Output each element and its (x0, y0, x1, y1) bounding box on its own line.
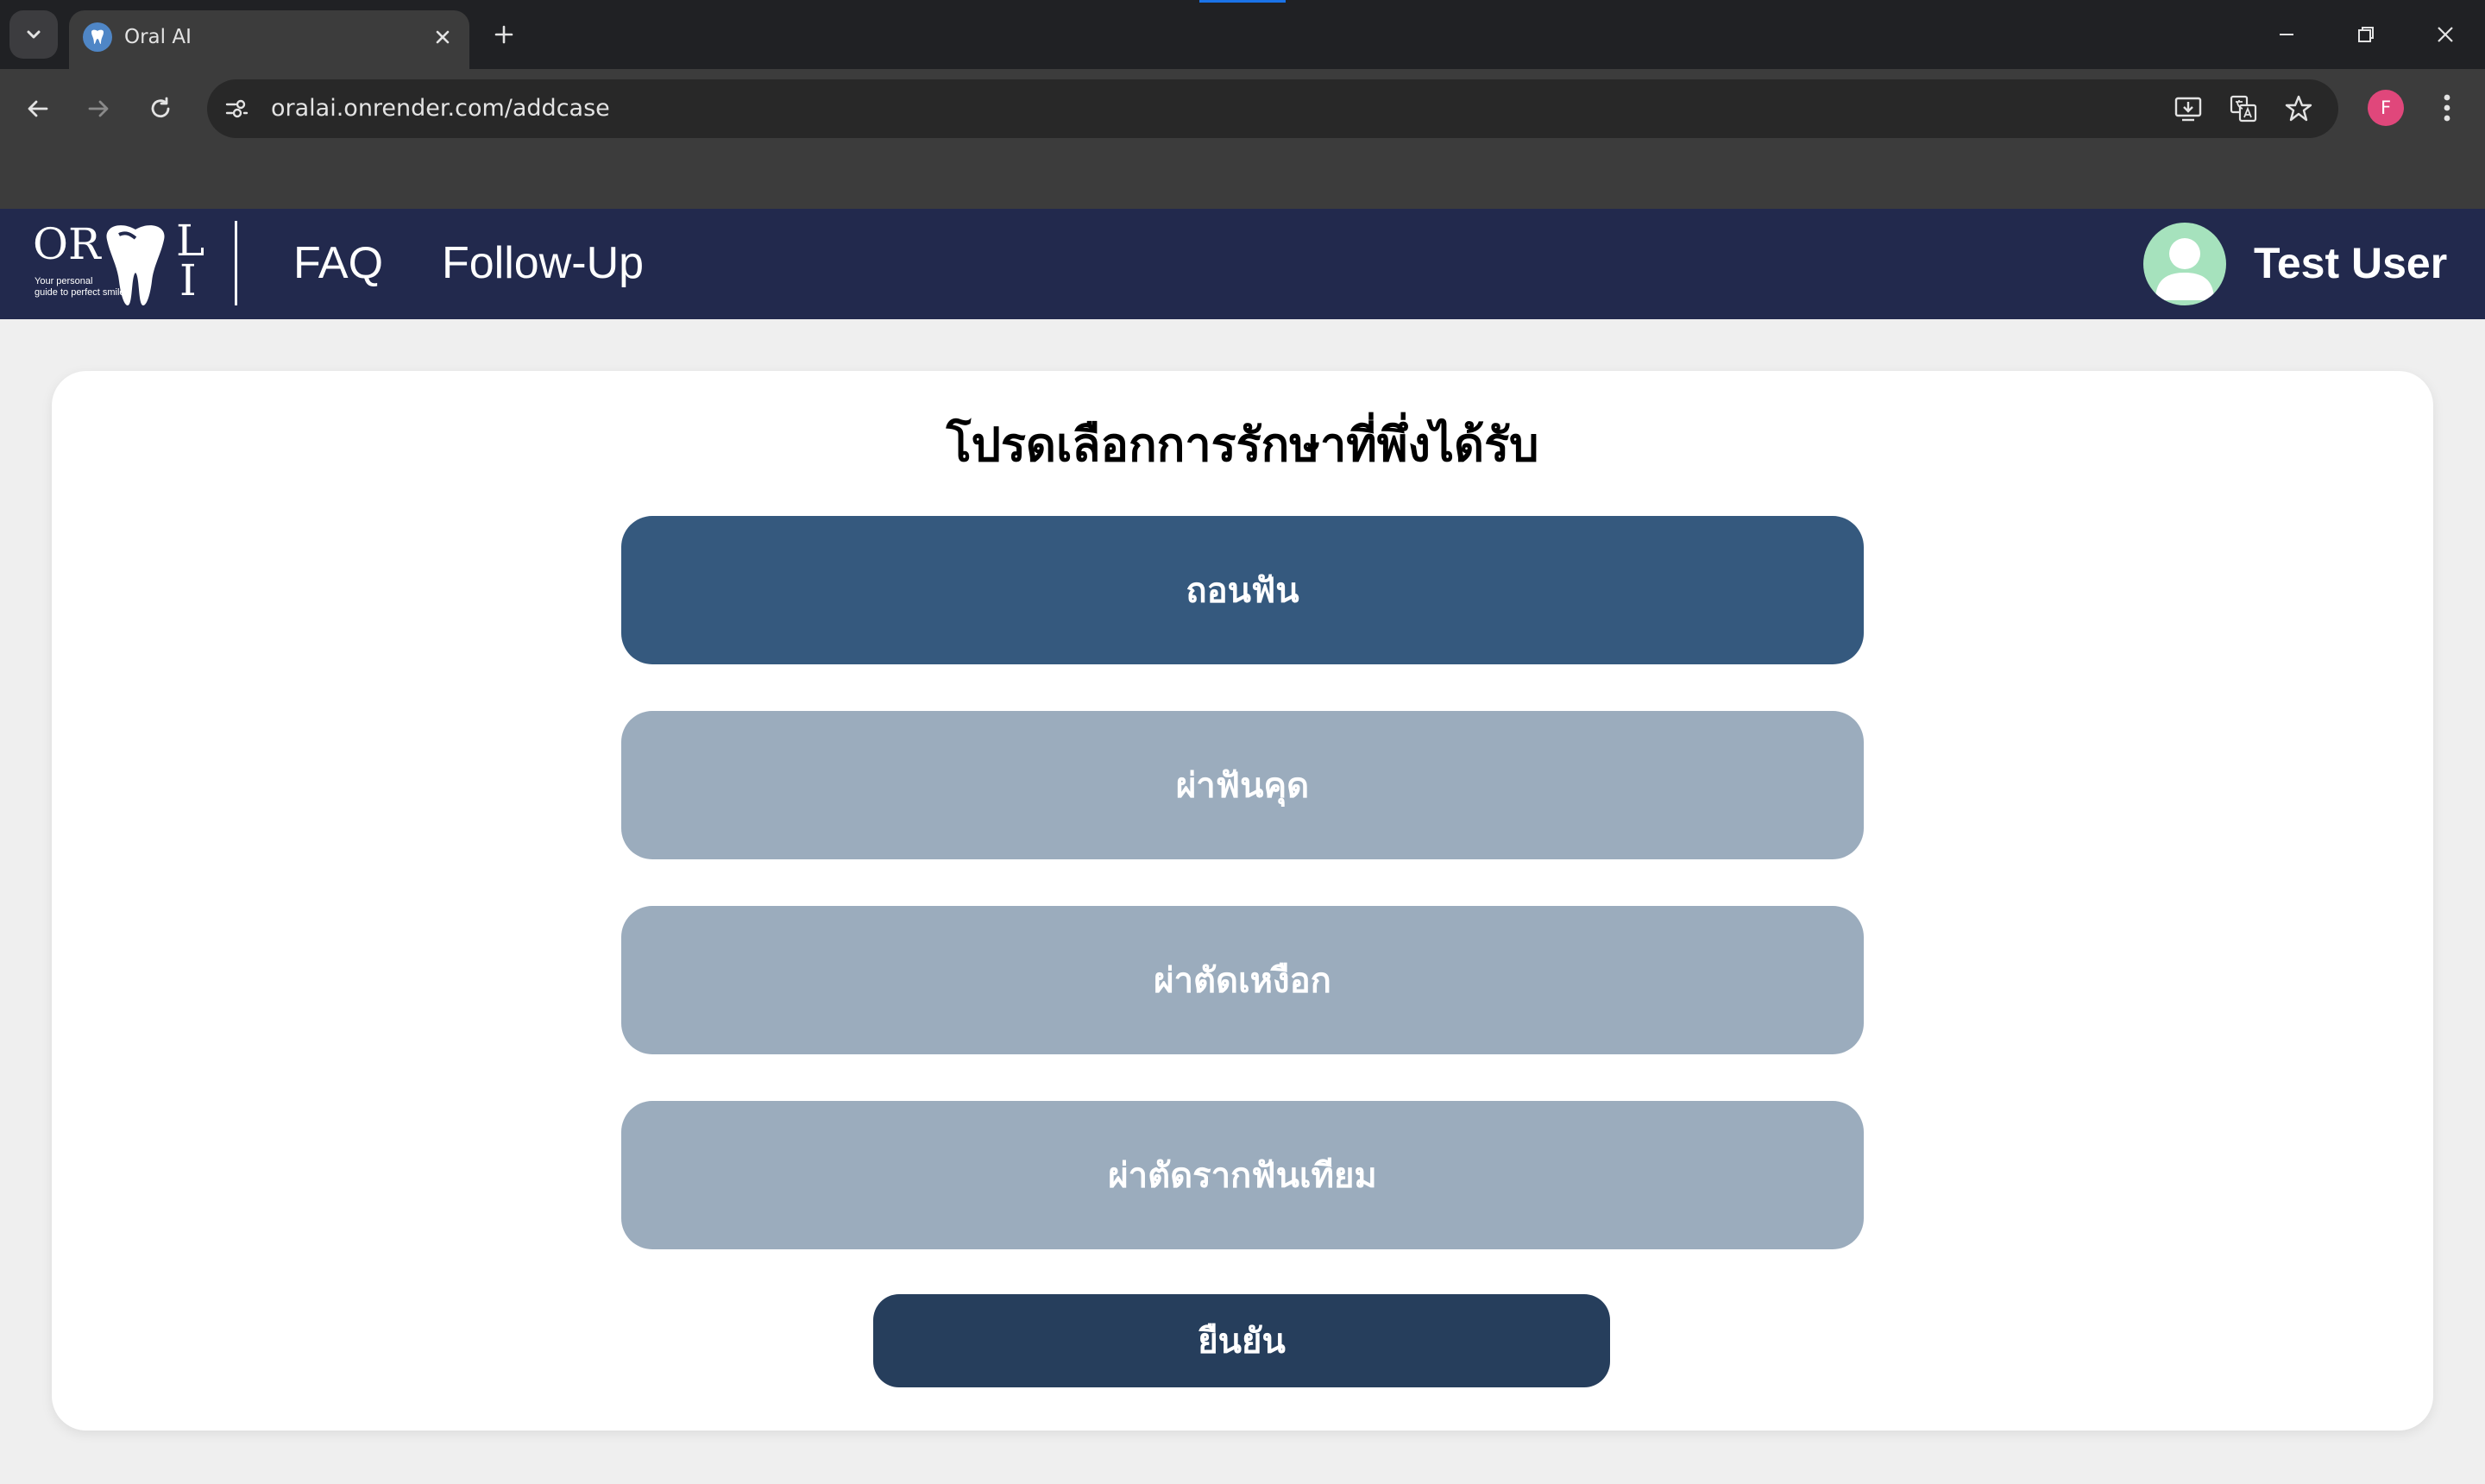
option-label: ถอนฟัน (1186, 571, 1299, 611)
install-app-icon[interactable] (2171, 91, 2205, 126)
bookmark-star-icon[interactable] (2281, 91, 2316, 126)
tab-title: Oral AI (124, 26, 192, 48)
nav-link-faq[interactable]: FAQ (293, 235, 383, 292)
logo-tagline-line1: Your personal (35, 276, 93, 286)
nav-link-follow-up[interactable]: Follow-Up (442, 235, 644, 292)
option-label: ผ่าตัดเหงือก (1154, 961, 1331, 1001)
confirm-label: ยืนยัน (1198, 1322, 1286, 1361)
browser-tab-bar: Oral AI (0, 0, 2485, 69)
option-label: ผ่าฟันคุด (1175, 766, 1310, 806)
option-tooth-extraction[interactable]: ถอนฟัน (621, 516, 1864, 664)
option-label: ผ่าตัดรากฟันเทียม (1108, 1156, 1377, 1196)
restore-icon[interactable] (2340, 10, 2392, 59)
minimize-icon[interactable] (2261, 10, 2312, 59)
app-header: OR L I Your personal guide to perfect sm… (0, 209, 2485, 319)
browser-tab-active[interactable]: Oral AI (69, 10, 469, 69)
new-tab-plus-icon[interactable] (487, 17, 521, 52)
treatment-selection-card: โปรดเลือกการรักษาที่พึ่งได้รับ ถอนฟัน ผ่… (52, 371, 2433, 1431)
logo-tagline: Your personal guide to perfect smile (35, 276, 125, 299)
back-arrow-icon[interactable] (17, 88, 59, 129)
header-divider (235, 221, 237, 305)
oral-ai-logo[interactable]: OR L I Your personal guide to perfect sm… (33, 217, 214, 307)
profile-avatar[interactable]: F (2368, 90, 2404, 126)
loading-indicator (1199, 0, 1286, 3)
option-dental-implant-surgery[interactable]: ผ่าตัดรากฟันเทียม (621, 1101, 1864, 1249)
page-title: โปรดเลือกการรักษาที่พึ่งได้รับ (946, 418, 1539, 472)
tab-close-icon[interactable] (428, 22, 457, 52)
tooth-favicon-icon (83, 22, 112, 52)
forward-arrow-icon[interactable] (78, 88, 119, 129)
option-wisdom-tooth-surgery[interactable]: ผ่าฟันคุด (621, 711, 1864, 859)
confirm-button[interactable]: ยืนยัน (873, 1294, 1610, 1387)
user-avatar[interactable] (2143, 223, 2226, 305)
tab-search-button[interactable] (9, 10, 58, 59)
chevron-down-icon (27, 30, 41, 39)
logo-letter-i: I (179, 255, 197, 305)
window-close-icon[interactable] (2419, 10, 2471, 59)
user-name[interactable]: Test User (2254, 235, 2447, 292)
more-menu-icon[interactable] (2430, 88, 2464, 128)
browser-toolbar: oralai.onrender.com/addcase F (0, 69, 2485, 209)
reload-icon[interactable] (140, 88, 181, 129)
user-icon (2155, 238, 2214, 300)
option-gum-surgery[interactable]: ผ่าตัดเหงือก (621, 906, 1864, 1054)
url-text[interactable]: oralai.onrender.com/addcase (271, 79, 610, 138)
logo-letters-or: OR (33, 219, 101, 269)
translate-icon[interactable] (2226, 91, 2261, 126)
address-bar[interactable]: oralai.onrender.com/addcase (207, 79, 2338, 138)
logo-tagline-line2: guide to perfect smile (35, 287, 125, 298)
site-info-icon[interactable] (219, 91, 254, 126)
